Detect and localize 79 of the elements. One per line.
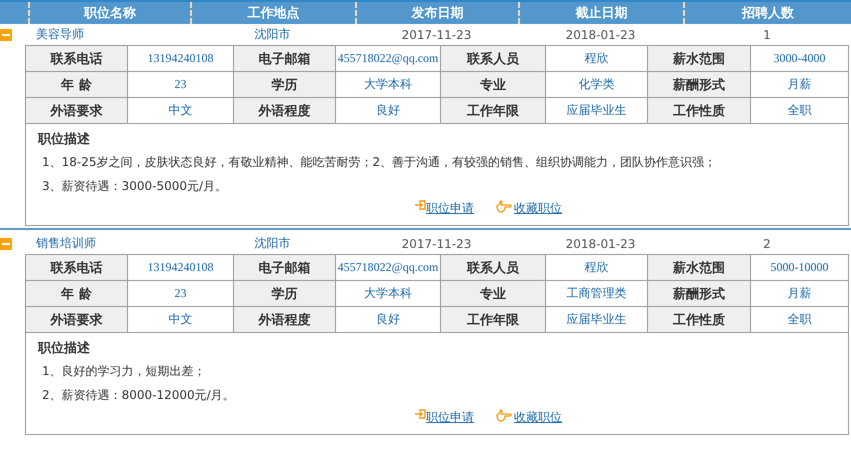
- enter-arrow-icon: [414, 200, 426, 210]
- field-value: 中文: [128, 307, 234, 333]
- field-label: 联系电话: [26, 255, 128, 281]
- field-value: 月薪: [751, 281, 849, 307]
- field-label: 外语要求: [26, 98, 128, 124]
- save-job-link[interactable]: 收藏职位: [514, 200, 562, 217]
- field-label: 联系人员: [441, 46, 546, 72]
- description-line: 1、良好的学习力，短期出差；: [41, 362, 207, 380]
- collapse-icon[interactable]: [0, 238, 12, 250]
- column-header: 截止日期: [576, 5, 628, 22]
- enter-arrow-icon: [414, 409, 426, 419]
- field-value: 455718022@qq.com: [336, 255, 441, 281]
- column-header: 工作地点: [248, 5, 300, 22]
- field-label: 工作性质: [648, 307, 751, 333]
- save-job-link[interactable]: 收藏职位: [514, 409, 562, 426]
- field-value: 455718022@qq.com: [336, 46, 441, 72]
- description-title: 职位描述: [38, 340, 91, 358]
- field-value: 大学本科: [336, 281, 441, 307]
- field-label: 薪水范围: [648, 46, 751, 72]
- description-line: 1、18-25岁之间，皮肤状态良好，有敬业精神、能吃苦耐劳；2、善于沟通，有较强的销售、组织协调能力，团队协作意识强；: [41, 154, 718, 170]
- field-value: 23: [128, 72, 234, 98]
- description-title: 职位描述: [38, 131, 91, 149]
- field-label: 年 龄: [26, 72, 128, 98]
- column-header: 招聘人数: [742, 5, 794, 22]
- job-title-link[interactable]: 美容导师: [28, 27, 84, 41]
- field-label: 薪酬形式: [648, 281, 751, 307]
- field-value: 程欣: [546, 255, 648, 281]
- location-text: 沈阳市: [254, 26, 292, 43]
- field-value: 3000-4000: [751, 46, 849, 72]
- apply-link[interactable]: 职位申请: [426, 200, 474, 217]
- field-value: 5000-10000: [751, 255, 849, 281]
- pointing-hand-icon: [496, 409, 512, 422]
- field-value: 月薪: [751, 72, 849, 98]
- field-label: 工作年限: [441, 98, 546, 124]
- field-label: 工作年限: [441, 307, 546, 333]
- field-label: 年 龄: [26, 281, 128, 307]
- field-value: 程欣: [546, 46, 648, 72]
- job-title-link[interactable]: 销售培训师: [28, 236, 96, 250]
- field-label: 专业: [441, 72, 546, 98]
- field-value: 应届毕业生: [546, 98, 648, 124]
- field-label: 电子邮箱: [234, 255, 336, 281]
- column-header: 职位名称: [84, 5, 136, 22]
- field-label: 专业: [441, 281, 546, 307]
- field-label: 外语要求: [26, 307, 128, 333]
- field-label: 学历: [234, 72, 336, 98]
- field-value: 13194240108: [128, 255, 234, 281]
- field-value: 全职: [751, 98, 849, 124]
- field-label: 外语程度: [234, 98, 336, 124]
- collapse-icon[interactable]: [0, 28, 12, 40]
- field-value: 良好: [336, 307, 441, 333]
- field-label: 工作性质: [648, 98, 751, 124]
- post-date-text: 2017-11-23: [400, 28, 472, 42]
- field-label: 外语程度: [234, 307, 336, 333]
- field-label: 学历: [234, 281, 336, 307]
- field-value: 工商管理类: [546, 281, 648, 307]
- pointing-hand-icon: [496, 200, 512, 213]
- headcount-text: 2: [762, 236, 772, 250]
- field-value: 全职: [751, 307, 849, 333]
- field-value: 良好: [336, 98, 441, 124]
- field-label: 联系电话: [26, 46, 128, 72]
- deadline-text: 2018-01-23: [564, 236, 636, 250]
- description-line: 3、薪资待遇：3000-5000元/月。: [41, 178, 228, 194]
- field-value: 大学本科: [336, 72, 441, 98]
- field-value: 中文: [128, 98, 234, 124]
- field-value: 应届毕业生: [546, 307, 648, 333]
- field-value: 13194240108: [128, 46, 234, 72]
- field-label: 联系人员: [441, 255, 546, 281]
- deadline-text: 2018-01-23: [564, 28, 636, 42]
- apply-link[interactable]: 职位申请: [426, 409, 474, 426]
- post-date-text: 2017-11-23: [400, 236, 472, 250]
- field-value: 化学类: [546, 72, 648, 98]
- column-header: 发布日期: [412, 5, 464, 22]
- field-value: 23: [128, 281, 234, 307]
- field-label: 薪酬形式: [648, 72, 751, 98]
- field-label: 薪水范围: [648, 255, 751, 281]
- location-text: 沈阳市: [254, 235, 292, 252]
- description-line: 2、薪资待遇：8000-12000元/月。: [41, 386, 236, 404]
- field-label: 电子邮箱: [234, 46, 336, 72]
- headcount-text: 1: [762, 28, 772, 42]
